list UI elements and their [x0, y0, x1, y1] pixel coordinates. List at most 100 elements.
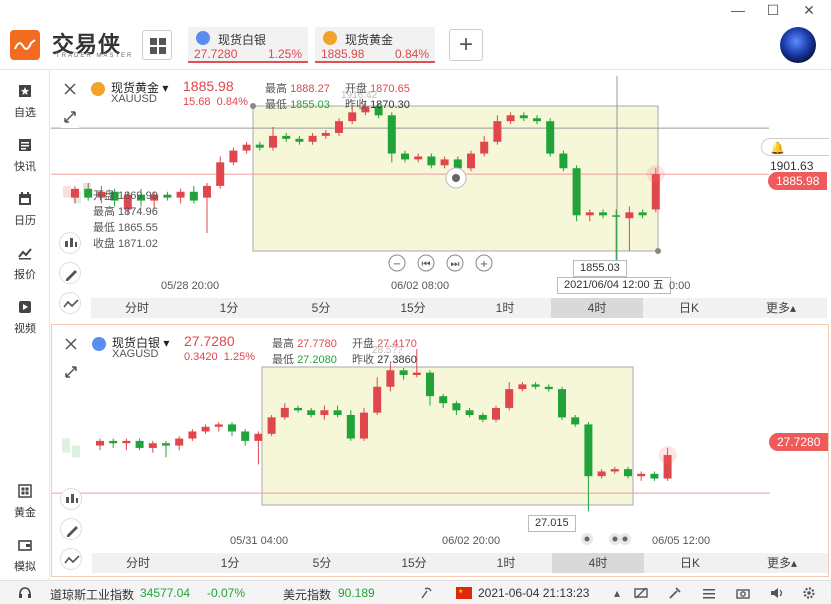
close-button[interactable]: ✕: [799, 2, 819, 19]
quote-tab-price: 27.7280: [194, 47, 238, 61]
tf-4hour[interactable]: 4时: [551, 298, 643, 318]
indicator-button[interactable]: [59, 232, 81, 254]
speaker-icon[interactable]: [770, 586, 784, 600]
headset-icon[interactable]: [18, 586, 32, 600]
tf-5min[interactable]: 5分: [275, 298, 367, 318]
candlestick-icon: [66, 494, 78, 503]
candle-body: [401, 153, 409, 160]
low-stat: 最低 1855.03: [265, 99, 330, 111]
candle-body: [505, 389, 514, 408]
price-change: 15.68 0.84%: [183, 96, 248, 108]
playback-dot-center: [622, 536, 628, 542]
candle-body: [214, 424, 223, 427]
pencil-icon: [66, 270, 77, 281]
candle-body: [242, 144, 251, 151]
quote-tab-price: 1885.98: [321, 47, 365, 61]
candle-body: [531, 384, 540, 387]
sidebar-item-label: 视频: [14, 323, 36, 335]
tf-intraday[interactable]: 分时: [92, 553, 184, 573]
bell-icon[interactable]: 🔔: [770, 139, 792, 157]
tf-1hour[interactable]: 1时: [460, 553, 552, 573]
tf-more[interactable]: 更多▴: [735, 298, 827, 318]
quote-tab-name: 现货白银: [218, 33, 267, 47]
candle-body: [414, 156, 423, 160]
candle-body: [189, 191, 198, 201]
silver-chart-panel: 现货白银 ▾ XAGUSD 27.7280 0.3420 1.25% 最高 27…: [51, 324, 829, 577]
last-price-glow: [658, 446, 677, 464]
left-sidebar: 自选 快讯 日历 报价 视频 黄金 模拟: [0, 70, 50, 580]
silver-candlestick-chart[interactable]: [52, 325, 828, 576]
tf-1min[interactable]: 1分: [184, 553, 276, 573]
quote-tab-change: 0.84%: [394, 47, 429, 61]
candle-body: [440, 159, 449, 166]
usd-index-name[interactable]: 美元指数: [283, 586, 331, 603]
chart-type-button[interactable]: [60, 548, 82, 570]
selection-range-box: [261, 366, 634, 506]
tf-5min[interactable]: 5分: [276, 553, 368, 573]
menu-icon[interactable]: [702, 586, 716, 600]
draw-tool-button[interactable]: [59, 262, 81, 284]
sidebar-item-gold[interactable]: 黄金: [0, 482, 50, 528]
broadcast-icon[interactable]: [420, 586, 434, 600]
indicator-button[interactable]: [60, 488, 82, 510]
quote-tab-silver[interactable]: 现货白银 27.7280 1.25%: [188, 27, 308, 63]
sidebar-item-calendar[interactable]: 日历: [0, 190, 50, 236]
candle-body: [307, 410, 316, 415]
expand-chart-button[interactable]: [60, 361, 82, 383]
tf-daily[interactable]: 日K: [644, 553, 736, 573]
playback-glyph: +: [480, 259, 488, 270]
tf-1min[interactable]: 1分: [183, 298, 275, 318]
screen-toggle-icon[interactable]: [634, 586, 648, 600]
candle-body: [533, 118, 541, 122]
close-chart-button[interactable]: [60, 333, 82, 355]
candle-body: [426, 372, 434, 397]
sidebar-item-watchlist[interactable]: 自选: [0, 82, 50, 128]
close-chart-button[interactable]: [59, 78, 81, 100]
candle-body: [255, 144, 264, 148]
candle-body: [148, 443, 157, 448]
quote-tab-gold[interactable]: 现货黄金 1885.98 0.84%: [315, 27, 435, 63]
expand-ticker-icon[interactable]: ▴: [614, 586, 620, 600]
quote-chart-icon: [18, 248, 32, 260]
sidebar-item-video[interactable]: 视频: [0, 298, 50, 344]
user-avatar[interactable]: [780, 27, 816, 63]
chart-type-button[interactable]: [59, 292, 81, 314]
candle-body: [346, 415, 355, 439]
candle-body: [321, 132, 330, 136]
quote-tab-change: 1.25%: [267, 47, 302, 61]
camera-icon[interactable]: [736, 586, 750, 600]
box-corner-handle: [250, 103, 256, 109]
tf-more[interactable]: 更多▴: [736, 553, 828, 573]
candle-body: [493, 121, 502, 142]
minimize-button[interactable]: —: [728, 2, 748, 18]
layout-grid-button[interactable]: [142, 30, 172, 60]
tools-icon[interactable]: [668, 586, 682, 600]
tf-1hour[interactable]: 1时: [459, 298, 551, 318]
expand-icon: [64, 111, 76, 123]
candle-body: [269, 135, 277, 148]
sidebar-item-news[interactable]: 快讯: [0, 136, 50, 182]
tf-15min[interactable]: 15分: [367, 298, 459, 318]
candle-body: [559, 153, 568, 169]
add-quote-button[interactable]: +: [449, 29, 483, 61]
dji-name[interactable]: 道琼斯工业指数: [50, 586, 134, 603]
sidebar-item-simulate[interactable]: 模拟: [0, 536, 50, 582]
tf-intraday[interactable]: 分时: [91, 298, 183, 318]
faded-candle: [72, 445, 80, 458]
ohlc-close: 收盘 1871.02: [93, 238, 158, 250]
tf-4hour[interactable]: 4时: [552, 553, 644, 573]
usd-index-value: 90.189: [338, 586, 375, 600]
maximize-button[interactable]: ☐: [763, 2, 783, 19]
tf-15min[interactable]: 15分: [368, 553, 460, 573]
draw-tool-button[interactable]: [60, 518, 82, 540]
sidebar-item-quotes[interactable]: 报价: [0, 244, 50, 290]
tf-daily[interactable]: 日K: [643, 298, 735, 318]
expand-chart-button[interactable]: [59, 106, 81, 128]
candle-body: [585, 212, 594, 216]
candle-body: [348, 112, 357, 122]
playback-glyph: ⏭: [451, 259, 460, 270]
settings-icon[interactable]: [802, 586, 816, 600]
candle-body: [650, 473, 659, 479]
candle-body: [387, 115, 396, 154]
sidebar-item-label: 快讯: [14, 161, 36, 173]
